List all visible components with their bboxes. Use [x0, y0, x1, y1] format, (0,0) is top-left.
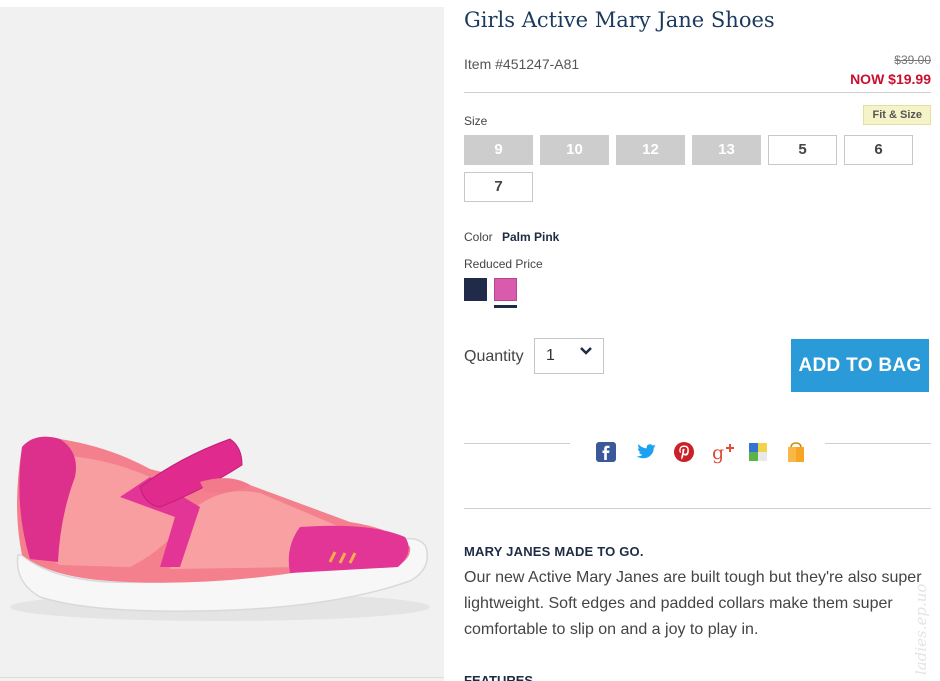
- description-text: Our new Active Mary Janes are built toug…: [464, 569, 922, 638]
- size-option-10[interactable]: 10: [540, 135, 609, 165]
- chevron-down-icon: [580, 347, 592, 355]
- product-title: Girls Active Mary Jane Shoes: [464, 8, 775, 32]
- add-to-bag-button[interactable]: ADD TO BAG: [791, 339, 929, 392]
- size-option-6[interactable]: 6: [844, 135, 913, 165]
- quantity-label: Quantity: [464, 348, 524, 365]
- original-price: $39.00: [894, 53, 931, 67]
- pinterest-icon[interactable]: [672, 440, 696, 464]
- size-option-7[interactable]: 7: [464, 172, 533, 202]
- size-option-12[interactable]: 12: [616, 135, 685, 165]
- svg-text:g: g: [712, 442, 724, 464]
- shopping-bag-icon[interactable]: [784, 440, 808, 464]
- google-plus-icon[interactable]: g: [711, 440, 735, 464]
- reduced-price-label: Reduced Price: [464, 257, 543, 271]
- divider: [464, 508, 931, 509]
- item-number: Item #451247-A81: [464, 56, 580, 72]
- twitter-icon[interactable]: [634, 440, 658, 464]
- size-label: Size: [464, 114, 488, 128]
- swatch-palm-pink[interactable]: [494, 278, 517, 301]
- shoe-illustration: [10, 436, 430, 621]
- divider: [464, 443, 570, 444]
- quantity-select[interactable]: 1: [534, 338, 604, 374]
- watermark: ladies.ep.uo: [912, 583, 930, 675]
- selected-swatch-indicator: [494, 305, 517, 308]
- divider: [825, 443, 931, 444]
- quantity-value: 1: [546, 347, 555, 364]
- product-image[interactable]: [0, 7, 444, 681]
- swatch-navy[interactable]: [464, 278, 487, 301]
- features-heading: FEATURES: [464, 673, 534, 681]
- divider: [464, 92, 931, 93]
- description-heading: MARY JANES MADE TO GO.: [464, 544, 644, 559]
- size-option-5[interactable]: 5: [768, 135, 837, 165]
- thumbnail-strip: [0, 677, 444, 681]
- sale-price: NOW $19.99: [850, 71, 931, 87]
- delicious-icon[interactable]: [746, 440, 770, 464]
- selected-color: Palm Pink: [502, 230, 560, 244]
- fit-size-link[interactable]: Fit & Size: [863, 105, 931, 125]
- size-option-13[interactable]: 13: [692, 135, 761, 165]
- product-details: Girls Active Mary Jane Shoes Item #45124…: [464, 0, 931, 681]
- size-option-9[interactable]: 9: [464, 135, 533, 165]
- facebook-icon[interactable]: [594, 440, 618, 464]
- color-label: Color: [464, 230, 493, 244]
